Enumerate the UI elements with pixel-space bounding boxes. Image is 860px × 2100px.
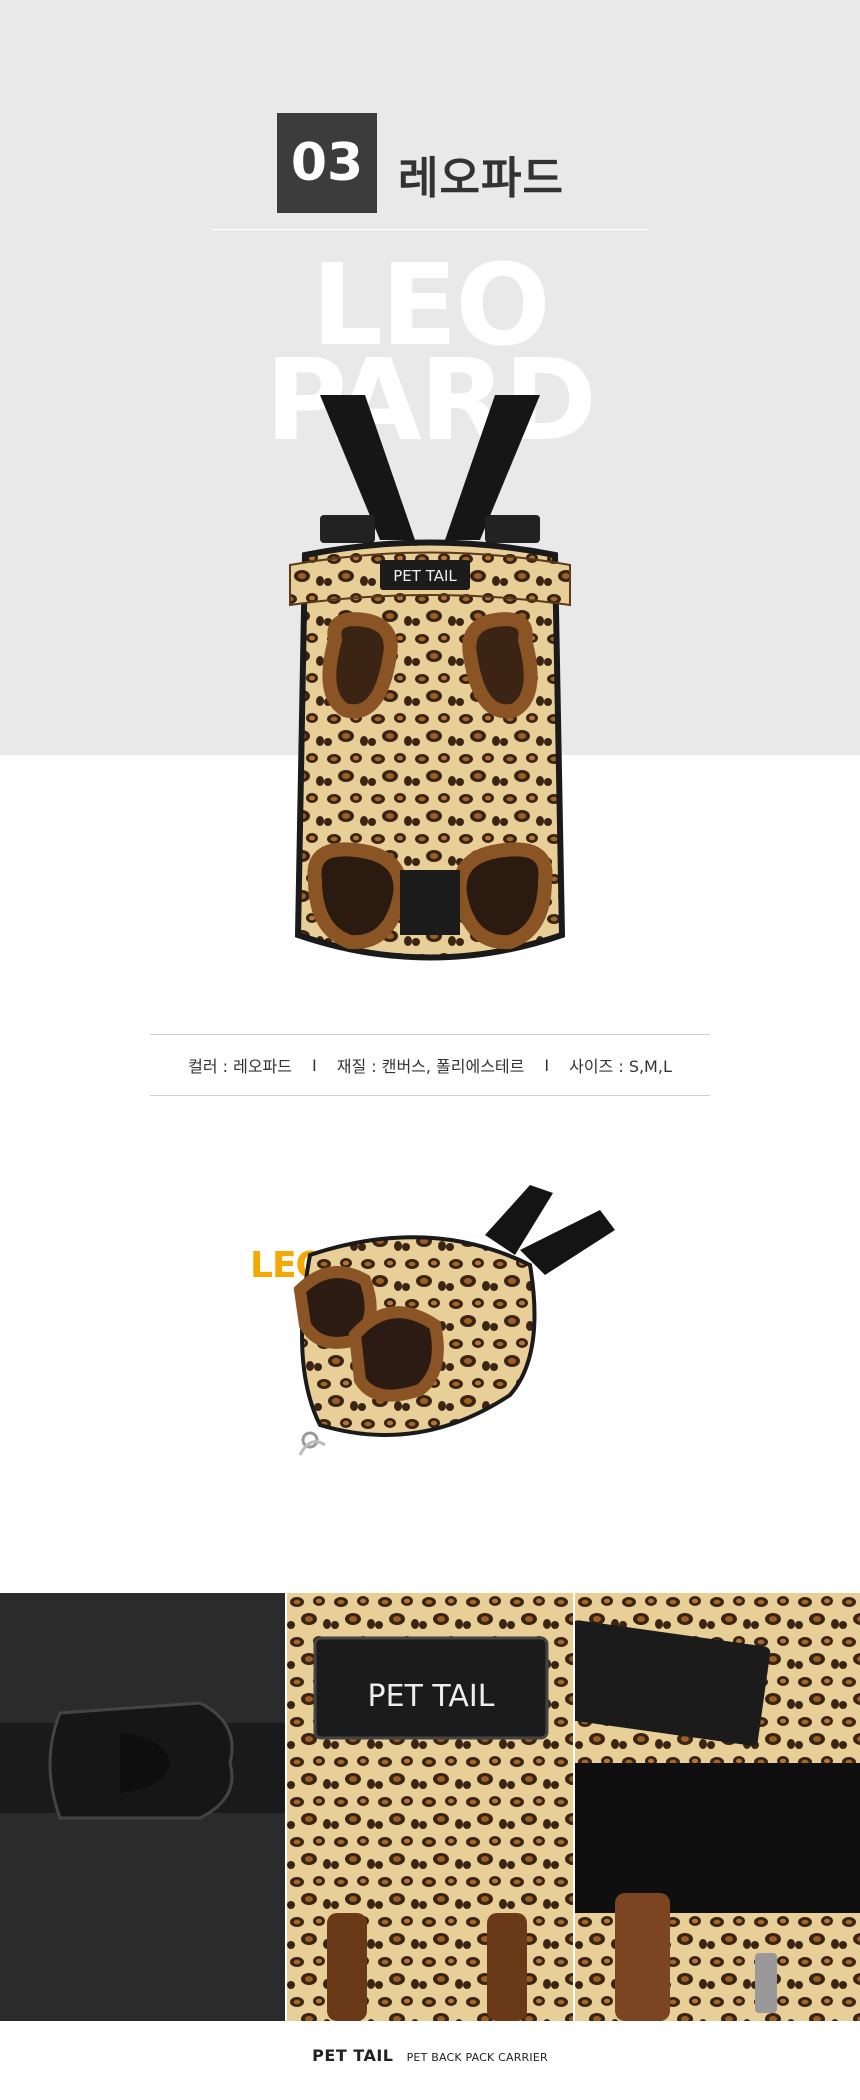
spec-bar: 컬러 : 레오파드 I 재질 : 캔버스, 폴리에스테르 I 사이즈 : S,M… [150, 1034, 710, 1096]
footer: PET TAIL PET BACK PACK CARRIER [0, 2046, 860, 2065]
detail-photo-buckle [0, 1593, 286, 2021]
detail-photo-mesh [574, 1593, 860, 2021]
carrier-front-image: PET TAIL [289, 395, 571, 961]
spec-separator: I [312, 1055, 317, 1075]
footer-brand: PET TAIL [312, 2046, 394, 2065]
spec-separator: I [544, 1055, 550, 1075]
spec-color: 컬러 : 레오파드 [188, 1057, 292, 1076]
title-divider [212, 229, 648, 230]
footer-subtitle: PET BACK PACK CARRIER [406, 2051, 548, 2064]
detail-photo-badge: PET TAIL [287, 1593, 573, 2021]
spec-row: 컬러 : 레오파드 I 재질 : 캔버스, 폴리에스테르 I 사이즈 : S,M… [150, 1035, 710, 1095]
spec-material: 재질 : 캔버스, 폴리에스테르 [336, 1057, 525, 1076]
carrier-side-image [293, 1185, 615, 1456]
spec-size: 사이즈 : S,M,L [569, 1057, 672, 1076]
color-name-title: 레오파드 [398, 153, 564, 204]
detail-photo-strip: PET TAIL [0, 1593, 860, 2021]
front-badge-text: PET TAIL [393, 567, 457, 585]
detail-badge-text: PET TAIL [368, 1679, 495, 1714]
color-number-badge: 03 [277, 113, 377, 213]
